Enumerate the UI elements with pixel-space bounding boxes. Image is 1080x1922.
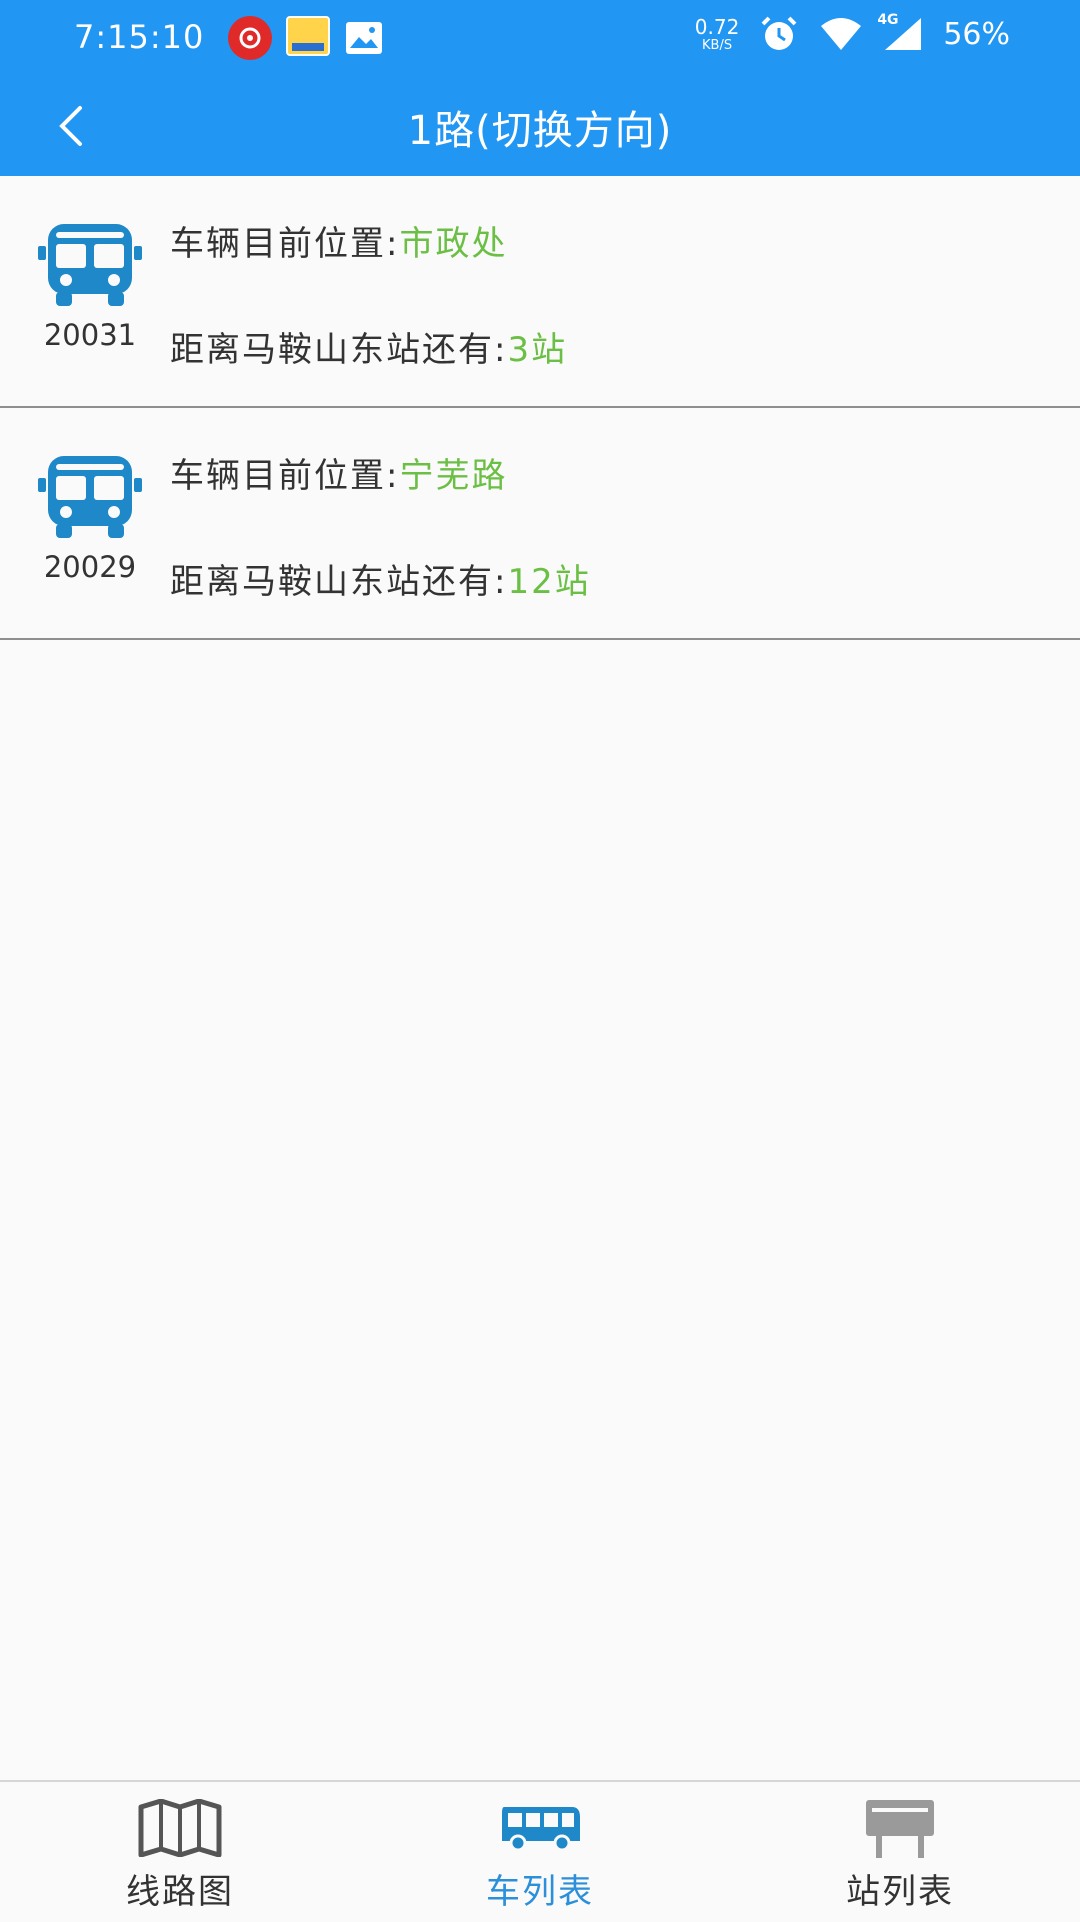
nav-icon-wrap — [498, 1798, 582, 1858]
bus-list: 20031 车辆目前位置:市政处 距离马鞍山东站还有:3站 20029 车辆目前… — [0, 176, 1080, 640]
gallery-icon — [346, 22, 382, 54]
bus-distance-row: 距离马鞍山东站还有:12站 — [170, 554, 591, 603]
bottom-nav: 线路图 车列表 站列表 — [0, 1780, 1080, 1920]
distance-label: 距离马鞍山东站还有: — [170, 330, 508, 370]
status-bar: 7:15:10 0.72 KB/S 4G 56% — [0, 0, 1080, 76]
wifi-icon — [821, 18, 862, 50]
bus-icon — [38, 456, 142, 538]
distance-value: 12站 — [507, 562, 591, 602]
cellular-signal: 4G — [877, 12, 923, 52]
nav-label: 线路图 — [126, 1872, 234, 1912]
nav-station-list[interactable]: 站列表 — [720, 1782, 1080, 1922]
distance-label: 距离马鞍山东站还有: — [170, 562, 508, 602]
bus-id: 20031 — [43, 318, 137, 352]
battery-percentage: 56% — [943, 16, 1010, 52]
station-sign-icon — [866, 1800, 934, 1858]
netease-music-icon — [228, 16, 272, 60]
app-thumbnail-icon — [286, 16, 330, 56]
position-value: 市政处 — [399, 224, 508, 264]
net-speed-unit: KB/S — [702, 37, 733, 53]
nav-icon-wrap — [864, 1798, 936, 1858]
bus-id: 20029 — [43, 550, 137, 584]
position-label: 车辆目前位置: — [170, 456, 400, 496]
network-type: 4G — [877, 12, 899, 28]
position-value: 宁芜路 — [399, 456, 508, 496]
status-time: 7:15:10 — [74, 18, 205, 56]
map-icon — [138, 1799, 222, 1857]
distance-value: 3站 — [507, 330, 568, 370]
bus-distance-row: 距离马鞍山东站还有:3站 — [170, 322, 567, 371]
nav-bus-list[interactable]: 车列表 — [360, 1782, 720, 1922]
bus-position-row: 车辆目前位置:宁芜路 — [170, 448, 507, 497]
position-label: 车辆目前位置: — [170, 224, 400, 264]
bus-list-item[interactable]: 20031 车辆目前位置:市政处 距离马鞍山东站还有:3站 — [0, 176, 1080, 408]
nav-route-map[interactable]: 线路图 — [0, 1782, 360, 1922]
net-speed-value: 0.72 — [694, 14, 740, 39]
bus-position-row: 车辆目前位置:市政处 — [170, 216, 507, 265]
status-right: 0.72 KB/S 4G 56% — [695, 12, 1010, 54]
route-title-toggle-direction[interactable]: 1路(切换方向) — [0, 98, 1080, 156]
notification-icons — [228, 16, 384, 60]
nav-label: 车列表 — [486, 1872, 594, 1912]
nav-label: 站列表 — [846, 1872, 954, 1912]
alarm-icon — [761, 16, 797, 50]
bus-list-item[interactable]: 20029 车辆目前位置:宁芜路 距离马鞍山东站还有:12站 — [0, 408, 1080, 640]
nav-icon-wrap — [137, 1798, 223, 1858]
bus-icon — [38, 224, 142, 306]
bus-icon — [502, 1807, 580, 1852]
app-bar: 1路(切换方向) — [0, 76, 1080, 176]
net-speed: 0.72 KB/S — [695, 17, 740, 52]
